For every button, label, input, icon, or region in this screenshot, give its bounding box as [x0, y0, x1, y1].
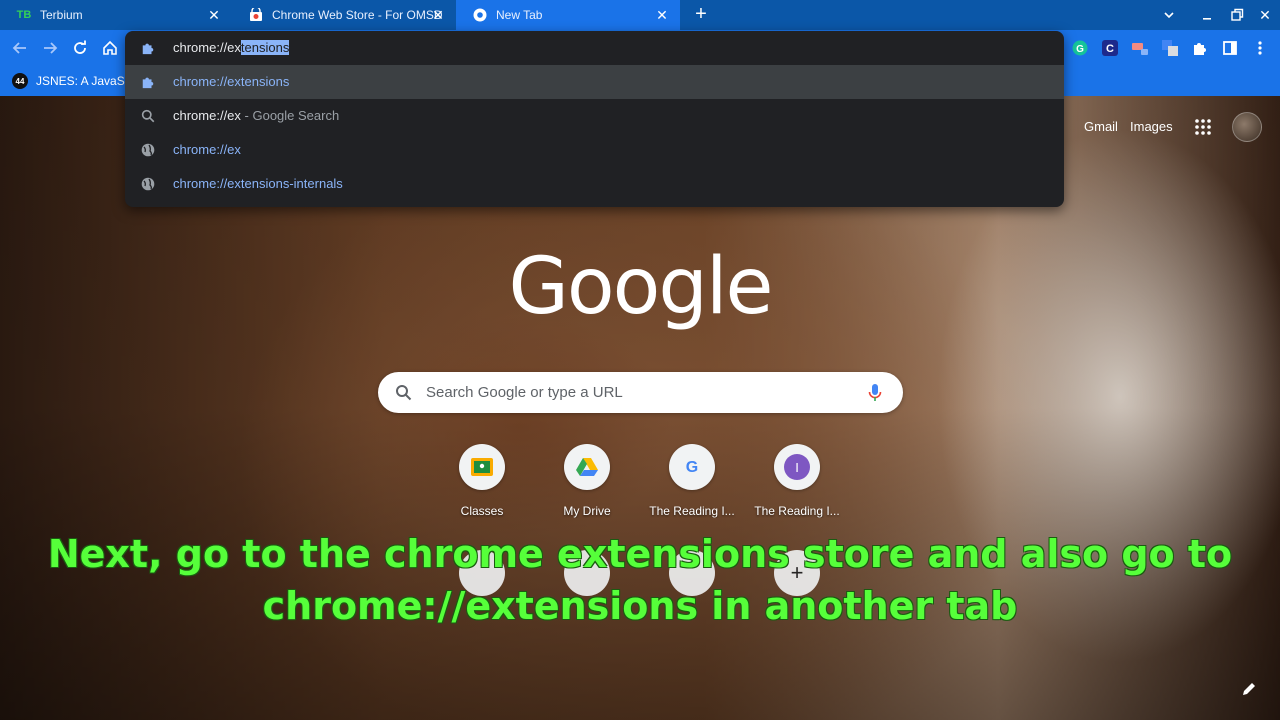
- puzzle-icon: [140, 74, 156, 90]
- globe-icon: [140, 142, 156, 158]
- shortcut-label: My Drive: [563, 504, 611, 518]
- letter-i-icon: I: [774, 444, 820, 490]
- drive-icon: [564, 444, 610, 490]
- menu-icon[interactable]: [1251, 39, 1269, 57]
- suggestion-text: chrome://ex - Google Search: [173, 108, 339, 123]
- suggestion-extensions-internals[interactable]: chrome://extensions-internals: [125, 167, 1064, 201]
- suggestion-text: chrome://extensions-internals: [173, 176, 343, 191]
- sidepanel-icon[interactable]: [1221, 39, 1239, 57]
- globe-icon: [140, 176, 156, 192]
- web-store-icon: [248, 7, 264, 23]
- back-arrow-icon[interactable]: [9, 37, 31, 59]
- caption-line-2: chrome://extensions in another tab: [262, 584, 1018, 628]
- suggestion-google-search[interactable]: chrome://ex - Google Search: [125, 99, 1064, 133]
- search-box[interactable]: Search Google or type a URL: [378, 372, 903, 413]
- omnibox-dropdown: chrome://extensions chrome://extensions …: [125, 31, 1064, 207]
- cast-icon[interactable]: [1131, 39, 1149, 57]
- minimize-icon[interactable]: [1198, 6, 1216, 24]
- edit-pencil-icon[interactable]: [1240, 680, 1258, 698]
- svg-text:G: G: [1076, 44, 1084, 55]
- suggestion-url-ex[interactable]: chrome://ex: [125, 133, 1064, 167]
- letter-badge: I: [784, 454, 810, 480]
- new-tab-plus-icon[interactable]: +: [692, 4, 710, 24]
- close-tab-icon[interactable]: ✕: [430, 7, 446, 23]
- suggestion-rest: tensions: [240, 74, 290, 89]
- bookmark-badge: 44: [12, 73, 28, 89]
- gmail-link[interactable]: Gmail: [1084, 119, 1118, 134]
- tab-new-tab[interactable]: New Tab ✕: [456, 0, 680, 30]
- bookmark-jsnes[interactable]: 44 JSNES: A JavaSc: [12, 71, 131, 91]
- terbium-favicon: TB: [16, 9, 32, 21]
- apps-grid-icon[interactable]: [1194, 118, 1212, 136]
- translate-icon[interactable]: [1161, 39, 1179, 57]
- restore-icon[interactable]: [1228, 6, 1246, 24]
- forward-arrow-icon[interactable]: [39, 37, 61, 59]
- c-icon[interactable]: C: [1101, 39, 1119, 57]
- shortcut-label: The Reading I...: [754, 504, 840, 518]
- suggestion-match: chrome://ex: [173, 176, 241, 191]
- omnibox-input[interactable]: chrome://extensions: [125, 31, 1064, 65]
- shortcut-label: The Reading I...: [649, 504, 735, 518]
- suggestion-text: chrome://ex: [173, 142, 241, 157]
- close-window-icon[interactable]: ✕: [1256, 6, 1274, 24]
- grammarly-icon[interactable]: G: [1071, 39, 1089, 57]
- bookmark-label: JSNES: A JavaSc: [36, 74, 131, 88]
- suggestion-match: chrome://ex: [173, 74, 241, 89]
- suggestion-rest: tensions-internals: [240, 176, 343, 191]
- close-tab-icon[interactable]: ✕: [654, 7, 670, 23]
- reload-icon[interactable]: [69, 37, 91, 59]
- classroom-icon: [459, 444, 505, 490]
- tab-strip: TB Terbium ✕ Chrome Web Store - For OMSD…: [0, 0, 1280, 30]
- shortcut-label: Classes: [460, 504, 504, 518]
- google-logo: Google: [508, 242, 773, 332]
- avatar[interactable]: [1232, 112, 1262, 142]
- caption-line-1: Next, go to the chrome extensions store …: [47, 532, 1233, 576]
- tab-title: Terbium: [40, 8, 83, 22]
- suggestion-suffix: - Google Search: [240, 108, 340, 123]
- tab-chrome-web-store[interactable]: Chrome Web Store - For OMSD S ✕: [232, 0, 456, 30]
- tab-title: New Tab: [496, 8, 543, 22]
- home-icon[interactable]: [99, 37, 121, 59]
- autocomplete-selection: tensions: [240, 40, 290, 55]
- puzzle-icon[interactable]: [1191, 39, 1209, 57]
- search-input[interactable]: Search Google or type a URL: [426, 384, 623, 401]
- suggestion-text: chrome://extensions: [173, 74, 289, 89]
- search-icon: [140, 108, 156, 124]
- video-caption: Next, go to the chrome extensions store …: [0, 528, 1280, 632]
- svg-text:C: C: [1106, 43, 1114, 55]
- tab-terbium[interactable]: TB Terbium ✕: [0, 0, 232, 30]
- google-g-icon: G: [669, 444, 715, 490]
- suggestion-match: chrome://ex: [173, 108, 241, 123]
- typed-text: chrome://ex: [173, 40, 241, 55]
- close-tab-icon[interactable]: ✕: [206, 7, 222, 23]
- images-link[interactable]: Images: [1130, 119, 1173, 134]
- omnibox-text: chrome://extensions: [173, 40, 290, 55]
- search-icon: [395, 384, 412, 401]
- tab-search-chevron-icon[interactable]: [1160, 6, 1178, 24]
- suggestion-extensions[interactable]: chrome://extensions: [125, 65, 1064, 99]
- chrome-icon: [472, 7, 488, 23]
- tab-title: Chrome Web Store - For OMSD S: [272, 8, 442, 22]
- microphone-icon[interactable]: [866, 383, 884, 403]
- puzzle-icon: [140, 40, 156, 56]
- svg-text:G: G: [686, 459, 698, 476]
